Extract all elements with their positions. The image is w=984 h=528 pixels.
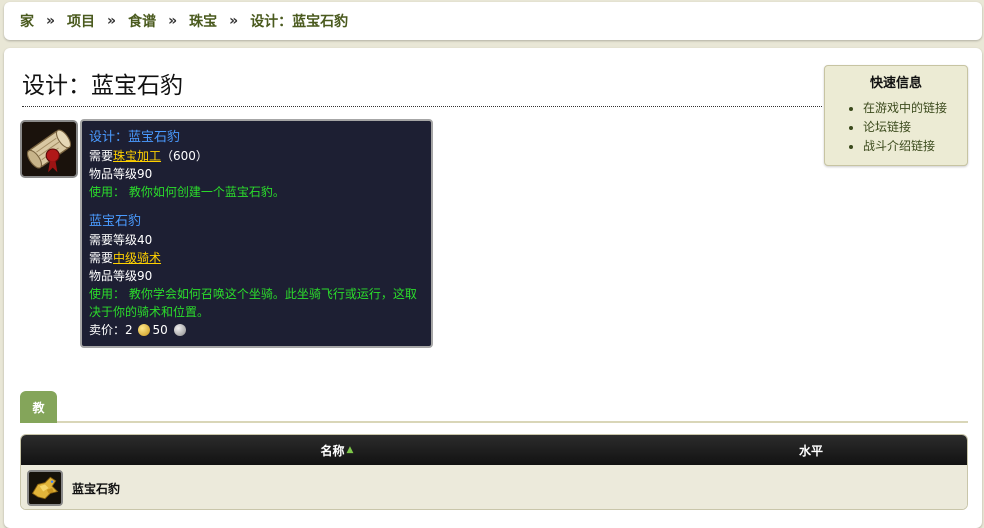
breadcrumb-separator: »	[168, 13, 178, 29]
quick-info-item: 论坛链接	[863, 118, 967, 137]
tooltip-item-level-2: 物品等级90	[89, 269, 153, 283]
scroll-recipe-icon[interactable]	[20, 120, 78, 178]
quick-info-links: 在游戏中的链接 论坛链接 战斗介绍链接	[825, 99, 967, 156]
breadcrumb: 家 » 项目 » 食谱 » 珠宝 » 设计：蓝宝石豹	[4, 2, 982, 40]
tooltip-spacer	[89, 201, 424, 213]
tooltip-skill-level: （600）	[161, 149, 208, 163]
tooltip-use-text: 使用： 教你如何创建一个蓝宝石豹。	[89, 185, 285, 199]
table-row[interactable]: 蓝宝石豹	[21, 465, 967, 509]
breadcrumb-recipes[interactable]: 食谱	[128, 11, 156, 31]
teaches-table: 名称 ▲ 水平 蓝宝石豹	[20, 434, 968, 510]
mount-icon	[27, 470, 63, 506]
column-header-name[interactable]: 名称 ▲	[21, 435, 653, 465]
tab-teaches[interactable]: 教	[20, 391, 57, 423]
tooltip-item-level: 物品等级90	[89, 167, 153, 181]
forum-link[interactable]: 论坛链接	[863, 120, 911, 134]
page-title: 设计：蓝宝石豹	[22, 66, 822, 107]
quick-info-box: 快速信息 在游戏中的链接 论坛链接 战斗介绍链接	[824, 65, 968, 166]
column-header-level-label: 水平	[798, 443, 823, 458]
main-panel: 设计：蓝宝石豹 快速信息 在游戏中的链接 论坛链接 战斗介绍链接 设计：蓝宝石豹…	[4, 48, 982, 528]
silver-coin-icon	[173, 324, 186, 336]
tooltip-req2-prefix: 需要	[89, 251, 114, 265]
tooltip-use-text-2: 使用： 教你学会如何召唤这个坐骑。此坐骑飞行或运行，这取决于你的骑术和位置。	[89, 287, 417, 319]
tab-bar: 教	[20, 391, 968, 423]
breadcrumb-separator: »	[229, 13, 239, 29]
breadcrumb-home[interactable]: 家	[20, 11, 34, 31]
quick-info-item: 战斗介绍链接	[863, 137, 967, 156]
breadcrumb-items[interactable]: 项目	[67, 11, 95, 31]
sell-silver-value: 50	[152, 323, 168, 337]
skill-link-riding[interactable]: 中级骑术	[113, 251, 161, 265]
breadcrumb-separator: »	[46, 13, 56, 29]
tooltip-requirement: 需要珠宝加工（600）	[89, 147, 424, 165]
breadcrumb-current[interactable]: 设计：蓝宝石豹	[250, 11, 348, 31]
item-tooltip: 设计：蓝宝石豹 需要珠宝加工（600） 物品等级90 使用： 教你如何创建一个蓝…	[80, 119, 433, 348]
tooltip-req-prefix: 需要	[89, 149, 114, 163]
sell-gold-value: 2	[125, 323, 133, 337]
row-name[interactable]: 蓝宝石豹	[72, 465, 120, 509]
column-header-name-label: 名称	[320, 443, 345, 458]
tooltip-requirement-2: 需要中级骑术	[89, 249, 424, 267]
breadcrumb-separator: »	[107, 13, 117, 29]
battle-intro-link[interactable]: 战斗介绍链接	[863, 139, 935, 153]
column-header-level[interactable]: 水平	[653, 435, 967, 465]
ingame-link[interactable]: 在游戏中的链接	[863, 101, 947, 115]
gold-coin-icon	[138, 324, 151, 336]
tooltip-req-level: 需要等级40	[89, 233, 153, 247]
tooltip-title: 设计：蓝宝石豹	[89, 130, 181, 145]
sort-up-icon: ▲	[346, 445, 354, 455]
quick-info-item: 在游戏中的链接	[863, 99, 967, 118]
breadcrumb-jewelcrafting[interactable]: 珠宝	[189, 11, 217, 31]
tooltip-subtitle: 蓝宝石豹	[89, 214, 142, 229]
skill-link-jewelcrafting[interactable]: 珠宝加工	[113, 149, 161, 163]
sell-label: 卖价：	[89, 323, 126, 337]
table-header: 名称 ▲ 水平	[21, 435, 967, 465]
tooltip-sell-price: 卖价：2 50	[89, 321, 424, 339]
quick-info-title: 快速信息	[869, 76, 922, 91]
